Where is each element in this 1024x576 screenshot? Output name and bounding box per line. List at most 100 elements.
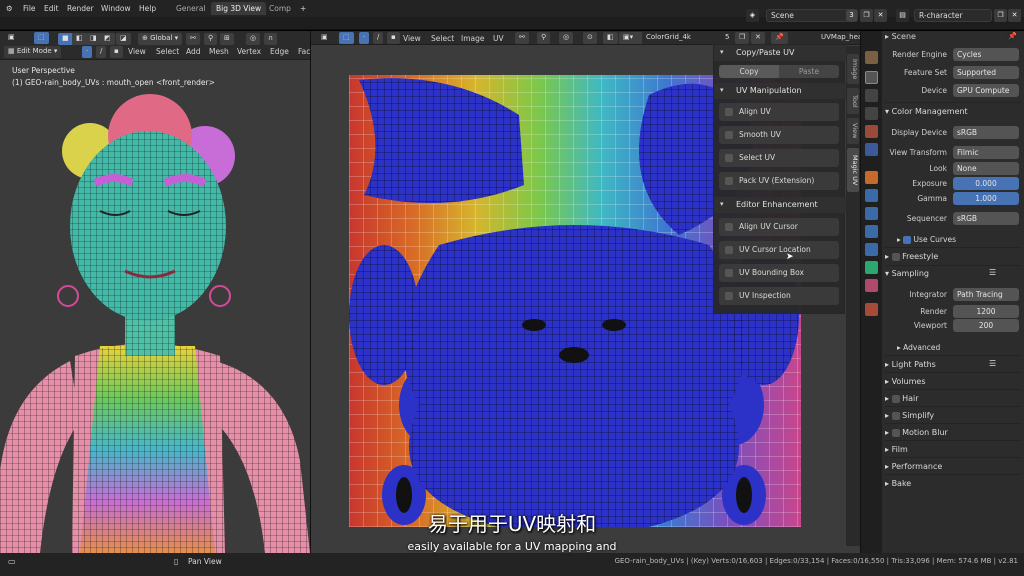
- vertex-select-icon[interactable]: ·: [82, 46, 93, 58]
- new-view-layer-icon[interactable]: ❐: [994, 9, 1007, 22]
- uv-editor-type-icon[interactable]: ▣: [317, 32, 332, 44]
- volumes-header[interactable]: ▸ Volumes: [885, 377, 925, 386]
- render-samples-field[interactable]: 1200: [953, 305, 1019, 318]
- menu-vertex[interactable]: Vertex: [237, 47, 261, 56]
- view-transform-dropdown[interactable]: Filmic: [953, 146, 1019, 159]
- sampling-presets-icon[interactable]: ☰: [989, 268, 996, 277]
- uv-editor[interactable]: ▣ ⬚ · / ▪ View Select Image UV ⚯ ⚲ ◎ ⊙ ◧…: [311, 31, 860, 553]
- menu-face[interactable]: Fac: [298, 47, 310, 56]
- uv-cursor-location-checkbox[interactable]: [725, 246, 733, 254]
- menu-mesh[interactable]: Mesh: [209, 47, 229, 56]
- advanced-header[interactable]: ▸ Advanced: [897, 343, 940, 352]
- scene-name-field[interactable]: Scene: [766, 9, 858, 22]
- menu-select[interactable]: Select: [156, 47, 179, 56]
- uv-inspection-checkbox[interactable]: [725, 292, 733, 300]
- editor-type-icon[interactable]: ▣: [4, 32, 19, 44]
- uv-menu-select[interactable]: Select: [431, 34, 454, 43]
- display-device-dropdown[interactable]: sRGB: [953, 126, 1019, 139]
- uv-select-tool-icon[interactable]: ⬚: [339, 32, 354, 44]
- hair-header[interactable]: ▸ Hair: [885, 394, 919, 403]
- pack-uv-checkbox[interactable]: [725, 177, 733, 185]
- smooth-uv-button[interactable]: Smooth UV: [719, 126, 839, 144]
- uv-bounding-box-checkbox[interactable]: [725, 269, 733, 277]
- constraints-tab-icon[interactable]: [865, 243, 878, 256]
- render-engine-dropdown[interactable]: Cycles: [953, 48, 1019, 61]
- freestyle-checkbox[interactable]: [891, 252, 900, 261]
- gamma-slider[interactable]: 1.000: [953, 192, 1019, 205]
- select-mode-intersect-icon[interactable]: ◪: [116, 33, 131, 45]
- use-curves-row[interactable]: ▸ Use Curves: [897, 235, 956, 244]
- pin-properties-icon[interactable]: 📌: [1006, 31, 1019, 43]
- uv-menu-image[interactable]: Image: [461, 34, 485, 43]
- copy-button[interactable]: Copy: [719, 65, 779, 78]
- menu-add[interactable]: Add: [186, 47, 201, 56]
- image-name-field[interactable]: ColorGrid_4k: [642, 32, 718, 44]
- menu-file[interactable]: File: [23, 4, 36, 13]
- close-view-layer-icon[interactable]: ✕: [1008, 9, 1021, 22]
- select-mode-invert-icon[interactable]: ◩: [100, 33, 115, 45]
- uv-face-mode-icon[interactable]: ▪: [387, 32, 400, 44]
- uv-snap-icon[interactable]: ⚲: [537, 32, 551, 44]
- data-tab-icon[interactable]: [865, 261, 878, 274]
- uv-menu-view[interactable]: View: [403, 34, 421, 43]
- uv-cursor-location-button[interactable]: UV Cursor Location: [719, 241, 839, 259]
- particles-tab-icon[interactable]: [865, 207, 878, 220]
- modifier-tab-icon[interactable]: [865, 189, 878, 202]
- uv-sticky-icon[interactable]: ⊙: [583, 32, 597, 44]
- align-uv-cursor-checkbox[interactable]: [725, 223, 733, 231]
- uv-manipulation-header[interactable]: UV Manipulation: [714, 83, 846, 99]
- pin-icon[interactable]: 📌: [771, 32, 788, 44]
- scene-icon[interactable]: ◈: [746, 9, 759, 22]
- align-uv-checkbox[interactable]: [725, 108, 733, 116]
- 3d-viewport[interactable]: ▣ ⬚ ■ ◧ ◨ ◩ ◪ ⊕ Global ▾ ⚯ ⚲ ⊞ ◎ ∩ ▦ Edi…: [0, 31, 310, 553]
- close-scene-icon[interactable]: ✕: [874, 9, 887, 22]
- motion-blur-header[interactable]: ▸ Motion Blur: [885, 428, 948, 437]
- copy-paste-header[interactable]: Copy/Paste UV: [714, 45, 846, 61]
- freestyle-header[interactable]: ▸ Freestyle: [885, 252, 938, 261]
- sampling-header[interactable]: ▾ Sampling: [885, 269, 929, 278]
- proportional-edit-icon[interactable]: ◎: [246, 33, 261, 45]
- uv-edge-mode-icon[interactable]: /: [373, 32, 384, 44]
- sequencer-dropdown[interactable]: sRGB: [953, 212, 1019, 225]
- color-management-header[interactable]: ▾ Color Management: [885, 107, 968, 116]
- uv-vertex-mode-icon[interactable]: ·: [359, 32, 370, 44]
- output-tab-icon[interactable]: [865, 89, 878, 102]
- look-dropdown[interactable]: None: [953, 162, 1019, 175]
- hair-checkbox[interactable]: [891, 394, 900, 403]
- pivot-icon[interactable]: ⚯: [186, 33, 200, 45]
- physics-tab-icon[interactable]: [865, 225, 878, 238]
- view-layer-field[interactable]: R-character: [914, 9, 992, 22]
- face-select-icon[interactable]: ▪: [110, 46, 123, 58]
- menu-window[interactable]: Window: [101, 4, 131, 13]
- light-paths-presets-icon[interactable]: ☰: [989, 359, 996, 368]
- orientation-dropdown[interactable]: ⊕ Global ▾: [138, 33, 183, 45]
- sidebar-tab-magic-uv[interactable]: Magic UV: [847, 148, 859, 192]
- menu-help[interactable]: Help: [139, 4, 156, 13]
- snap-icon[interactable]: ⚲: [204, 33, 218, 45]
- snap-target-icon[interactable]: ⊞: [220, 33, 234, 45]
- paste-button[interactable]: Paste: [779, 65, 839, 78]
- smooth-uv-checkbox[interactable]: [725, 131, 733, 139]
- add-workspace-button[interactable]: +: [300, 4, 306, 13]
- sidebar-tab-view[interactable]: View: [847, 118, 859, 144]
- performance-header[interactable]: ▸ Performance: [885, 462, 942, 471]
- uv-proportional-icon[interactable]: ◎: [559, 32, 574, 44]
- bake-header[interactable]: ▸ Bake: [885, 479, 911, 488]
- uv-inspection-button[interactable]: UV Inspection: [719, 287, 839, 305]
- image-unlink-icon[interactable]: ✕: [751, 32, 765, 44]
- exposure-slider[interactable]: 0.000: [953, 177, 1019, 190]
- texture-tab-icon[interactable]: [865, 303, 878, 316]
- device-dropdown[interactable]: GPU Compute: [953, 84, 1019, 97]
- material-tab-icon[interactable]: [865, 279, 878, 292]
- falloff-icon[interactable]: ∩: [264, 33, 278, 45]
- film-header[interactable]: ▸ Film: [885, 445, 908, 454]
- light-paths-header[interactable]: ▸ Light Paths: [885, 360, 936, 369]
- mode-dropdown[interactable]: ▦ Edit Mode ▾: [4, 46, 62, 58]
- uv-map-field[interactable]: UVMap_hea: [817, 32, 860, 44]
- blender-logo-icon[interactable]: ⚙: [6, 4, 13, 13]
- uv-menu-uv[interactable]: UV: [493, 34, 504, 43]
- menu-view[interactable]: View: [128, 47, 146, 56]
- new-scene-icon[interactable]: ❐: [860, 9, 873, 22]
- simplify-checkbox[interactable]: [891, 411, 900, 420]
- menu-render[interactable]: Render: [67, 4, 94, 13]
